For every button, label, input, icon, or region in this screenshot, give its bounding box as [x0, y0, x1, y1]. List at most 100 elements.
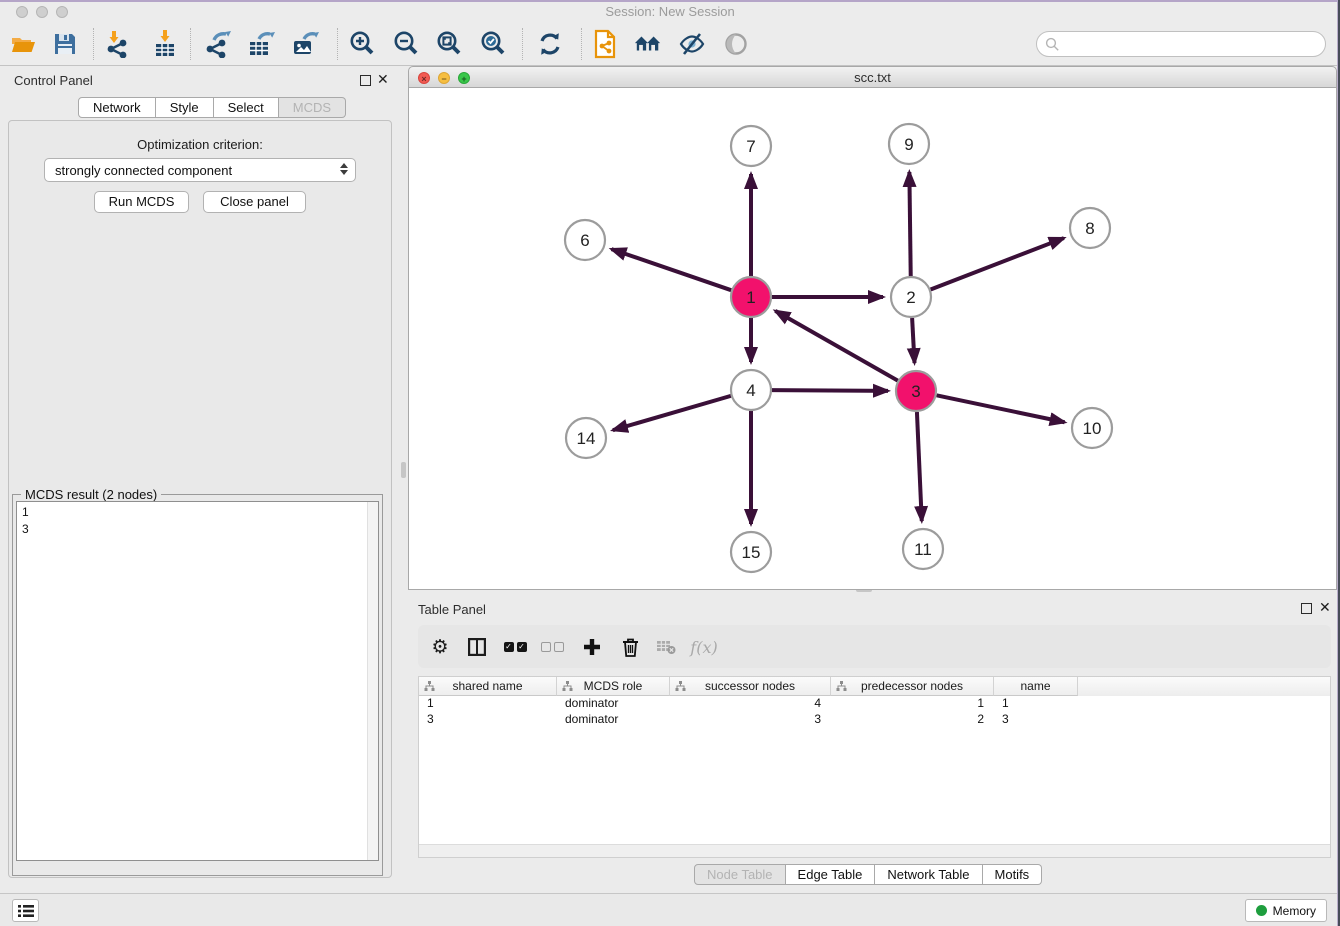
node-table-header: shared name MCDS role successor nodes pr… — [419, 677, 1330, 696]
toolbar-separator — [190, 28, 191, 60]
node-label-15: 15 — [742, 543, 761, 562]
select-all-icon[interactable]: ✓✓ — [501, 633, 529, 661]
table-scrollbar[interactable] — [419, 844, 1330, 857]
list-icon — [18, 904, 34, 918]
mcds-result-title: MCDS result (2 nodes) — [21, 487, 161, 502]
toolbar-separator — [337, 28, 338, 60]
edge-4-3[interactable] — [772, 390, 888, 391]
table-toolbar: ⚙ ✓✓ f(x) — [418, 625, 1331, 668]
mcds-result-textarea[interactable]: 1 3 — [16, 501, 379, 861]
control-panel-header: Control Panel ✕ — [0, 66, 400, 96]
search-icon — [1045, 37, 1060, 52]
status-bar: Memory — [0, 893, 1340, 926]
column-header-predecessor-nodes[interactable]: predecessor nodes — [831, 677, 994, 696]
minimize-window-icon[interactable] — [36, 6, 48, 18]
float-window-icon[interactable] — [360, 75, 371, 86]
tab-edge-table[interactable]: Edge Table — [786, 864, 876, 885]
open-session-icon[interactable] — [9, 30, 37, 58]
tab-select[interactable]: Select — [214, 97, 279, 118]
import-table-icon[interactable] — [151, 30, 179, 58]
mcds-result-group: MCDS result (2 nodes) 1 3 — [12, 494, 383, 876]
close-panel-icon[interactable]: ✕ — [1319, 603, 1331, 614]
zoom-in-icon[interactable] — [348, 30, 376, 58]
memory-label: Memory — [1273, 904, 1316, 918]
maximize-window-icon[interactable] — [56, 6, 68, 18]
minimize-icon[interactable]: − — [438, 72, 450, 84]
close-panel-button[interactable]: Close panel — [203, 191, 306, 213]
edge-2-8[interactable] — [931, 238, 1064, 289]
close-icon[interactable]: × — [418, 72, 430, 84]
node-label-14: 14 — [577, 429, 596, 448]
optimization-criterion-value: strongly connected component — [55, 163, 232, 178]
vertical-splitter-handle[interactable] — [401, 462, 406, 478]
edge-2-9[interactable] — [909, 172, 910, 276]
column-header-successor-nodes[interactable]: successor nodes — [670, 677, 831, 696]
optimization-criterion-select[interactable]: strongly connected component — [44, 158, 356, 182]
close-panel-icon[interactable]: ✕ — [377, 75, 389, 86]
edge-3-11[interactable] — [917, 412, 922, 521]
export-network-icon[interactable] — [204, 30, 232, 58]
table-panel-title: Table Panel — [418, 602, 486, 617]
network-window-title: scc.txt — [409, 67, 1336, 89]
network-graph: 1234678910111415 — [409, 88, 1336, 588]
table-panel-header: Table Panel ✕ — [408, 597, 1340, 621]
tab-mcds[interactable]: MCDS — [279, 97, 346, 118]
edge-1-6[interactable] — [611, 249, 731, 290]
memory-status-dot-icon — [1256, 905, 1267, 916]
import-network-icon[interactable] — [104, 30, 132, 58]
zoom-out-icon[interactable] — [392, 30, 420, 58]
result-scrollbar[interactable] — [367, 502, 378, 860]
save-session-icon[interactable] — [51, 30, 79, 58]
delete-table-icon[interactable] — [652, 633, 680, 661]
network-view-window: × − + scc.txt 1234678910111415 — [408, 66, 1337, 590]
zoom-icon[interactable]: + — [458, 72, 470, 84]
chevron-updown-icon — [340, 163, 348, 175]
network-file-icon[interactable] — [591, 30, 619, 58]
titlebar: Session: New Session — [0, 0, 1340, 22]
log-console-button[interactable] — [12, 899, 39, 922]
zoom-fit-icon[interactable] — [435, 30, 463, 58]
close-window-icon[interactable] — [16, 6, 28, 18]
memory-button[interactable]: Memory — [1245, 899, 1327, 922]
table-row[interactable]: 1 dominator 4 1 1 — [419, 696, 1330, 712]
tab-network[interactable]: Network — [78, 97, 156, 118]
edge-3-1[interactable] — [775, 311, 897, 381]
node-label-3: 3 — [911, 382, 920, 401]
zoom-selected-icon[interactable] — [479, 30, 507, 58]
refresh-icon[interactable] — [536, 30, 564, 58]
home-network-icon[interactable] — [634, 30, 662, 58]
network-window-titlebar[interactable]: × − + scc.txt — [408, 66, 1337, 88]
table-row[interactable]: 3 dominator 3 2 3 — [419, 712, 1330, 728]
hide-panel-eye-icon[interactable] — [678, 30, 706, 58]
export-image-icon[interactable] — [291, 30, 319, 58]
deselect-all-icon[interactable] — [538, 633, 566, 661]
node-label-10: 10 — [1083, 419, 1102, 438]
node-label-2: 2 — [906, 288, 915, 307]
toggle-panel-icon[interactable] — [463, 633, 491, 661]
float-window-icon[interactable] — [1301, 603, 1312, 614]
add-column-icon[interactable] — [578, 633, 606, 661]
tab-motifs[interactable]: Motifs — [983, 864, 1043, 885]
window-title: Session: New Session — [0, 0, 1340, 24]
tab-style[interactable]: Style — [156, 97, 214, 118]
column-header-name[interactable]: name — [994, 677, 1078, 696]
delete-column-icon[interactable] — [616, 633, 644, 661]
edge-2-3[interactable] — [912, 318, 914, 363]
export-table-icon[interactable] — [247, 30, 275, 58]
mcds-result-values: 1 3 — [22, 504, 29, 538]
settings-gear-icon[interactable]: ⚙ — [426, 633, 454, 661]
tab-network-table[interactable]: Network Table — [875, 864, 982, 885]
network-canvas[interactable]: 1234678910111415 — [408, 88, 1337, 590]
function-builder-icon[interactable]: f(x) — [690, 633, 718, 661]
desktop-edge-top — [0, 0, 1340, 2]
tab-node-table[interactable]: Node Table — [694, 864, 786, 885]
show-panel-eye-icon[interactable] — [722, 30, 750, 58]
column-header-shared-name[interactable]: shared name — [419, 677, 557, 696]
search-input[interactable] — [1036, 31, 1326, 57]
column-header-mcds-role[interactable]: MCDS role — [557, 677, 670, 696]
edge-3-10[interactable] — [937, 395, 1065, 422]
node-label-11: 11 — [914, 540, 932, 559]
run-mcds-button[interactable]: Run MCDS — [94, 191, 189, 213]
edge-4-14[interactable] — [613, 396, 731, 430]
toolbar-separator — [522, 28, 523, 60]
